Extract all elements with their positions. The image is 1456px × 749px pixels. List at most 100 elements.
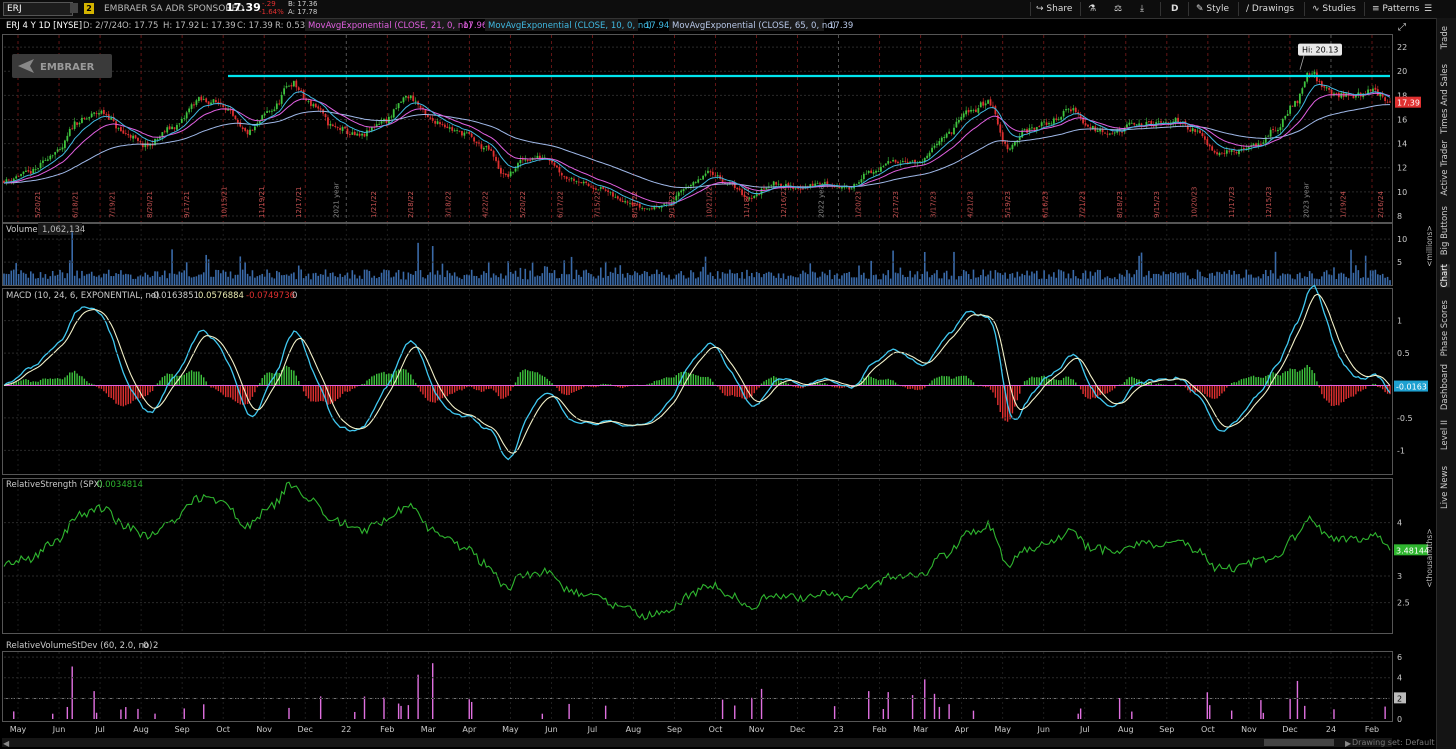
scroll-right-icon[interactable]: ▶ [1345,739,1352,748]
volume-bar [273,278,276,285]
macd-histogram-bar [1352,385,1355,397]
macd-histogram-bar [1213,385,1216,399]
drawings-button[interactable]: ∕ Drawings [1246,1,1294,17]
volume-bar [631,275,634,285]
volume-bar [302,278,305,285]
volume-bar [1206,278,1209,285]
volume-bar [1094,272,1097,285]
volume-bar [1274,251,1277,285]
volume-bar [1289,274,1291,285]
candle-body [1013,142,1016,146]
rail-tab-level-ii[interactable]: Level II [1440,420,1450,450]
candle-body [948,131,951,134]
rail-tab-chart[interactable]: Chart [1440,264,1450,288]
drawing-set-label[interactable]: Drawing set: Default [1352,738,1435,747]
volume-bar [229,271,232,285]
candle-body [178,123,181,125]
volume-bar [1364,255,1367,285]
patterns-button[interactable]: ≡ Patterns [1372,1,1420,17]
volume-bar [86,274,88,285]
zoom-control[interactable]: ⤢ [1398,22,1406,33]
macd-histogram-bar [1364,385,1367,389]
volume-bar [1386,276,1389,285]
volume-bar [161,275,164,285]
symbol-input[interactable]: ERJ [3,2,73,16]
volume-bar [867,278,870,285]
studies-button[interactable]: ∿ Studies [1312,1,1356,17]
candle-body [78,122,81,125]
zoom-icon[interactable]: ⤢ [1398,22,1406,33]
volume-bar [673,278,675,285]
macd-histogram-bar [229,385,232,398]
chart-area[interactable]: ERJ 4 Y 1D [NYSE] D: 2/7/24 O: 17.75 H: … [0,18,1436,749]
rail-tab-big-buttons[interactable]: Big Buttons [1440,206,1450,255]
volume-bar [244,262,246,285]
high-readout: H: 17.92 [163,21,199,31]
save-flask-button[interactable]: ⚗ [1088,1,1096,17]
candle-body [458,130,461,132]
volume-bar [1342,273,1345,285]
horizontal-scrollbar[interactable]: ◀ ▶ [2,738,1392,748]
date-label: 1/21/22 [370,191,378,218]
rv-bar [948,704,950,719]
candle-body [1135,124,1138,126]
candle-body [770,184,773,186]
candle-body [1386,101,1389,103]
volume-bar [346,272,349,285]
close-readout: C: 17.39 [237,21,273,31]
macd-histogram-bar [663,378,665,386]
volume-bar [1182,272,1184,285]
volume-bar [1306,276,1308,285]
macd-histogram-bar [246,385,249,405]
menu-button[interactable]: ☰ [1424,1,1432,17]
candle-body [943,136,946,138]
rail-tab-times-and-sales[interactable]: Times And Sales [1440,64,1450,134]
scroll-thumb[interactable] [1264,739,1334,746]
share-button[interactable]: ↪ Share [1036,1,1072,17]
scroll-left-icon[interactable]: ◀ [3,739,10,748]
volume-bar [509,271,512,285]
candle-body [748,197,751,199]
style-button[interactable]: ✎ Style [1196,1,1229,17]
macd-histogram-bar [1084,385,1087,398]
candle-body [1031,127,1033,129]
volume-bar [960,276,963,285]
rail-tab-phase-scores[interactable]: Phase Scores [1440,300,1450,356]
volume-bar [875,274,877,285]
candle-body [482,147,485,150]
macd-histogram-bar [234,385,237,402]
volume-bar [931,275,933,285]
month-tick: Jun [544,725,558,734]
rail-tab-active-trader[interactable]: Active Trader [1440,140,1450,196]
candle-body [604,189,607,191]
volume-bar [205,254,207,285]
aggregation-button[interactable]: D [1171,1,1178,17]
chevron-down-icon[interactable] [70,3,78,13]
rv-value-1: 0 [143,641,148,651]
candle-body [1303,81,1306,88]
volume-bar [641,273,643,285]
candle-body [955,121,958,128]
rail-tab-trade[interactable]: Trade [1440,26,1450,49]
candle-body [176,124,178,130]
macd-histogram-bar [548,381,551,386]
macd-histogram-bar [546,378,548,386]
candle-body [1084,123,1087,126]
volume-bar [224,271,227,285]
volume-bar [909,270,911,285]
candle-body [132,135,135,139]
rail-tab-live-news[interactable]: Live News [1440,466,1450,509]
candle-body [1057,118,1060,120]
volume-bar [215,269,217,285]
candle-body [1035,126,1038,130]
link-group-badge[interactable]: 2 [84,3,94,14]
volume-bar [675,274,678,285]
lab-button[interactable]: ⚖ [1114,1,1122,17]
volume-bar [738,278,741,285]
volume-bar [1204,277,1206,285]
macd-histogram-bar [495,385,497,393]
candle-body [487,145,490,150]
candle-body [741,189,743,195]
rail-tab-dashboard[interactable]: Dashboard [1440,364,1450,410]
download-button[interactable]: ⤓ [1140,1,1144,17]
